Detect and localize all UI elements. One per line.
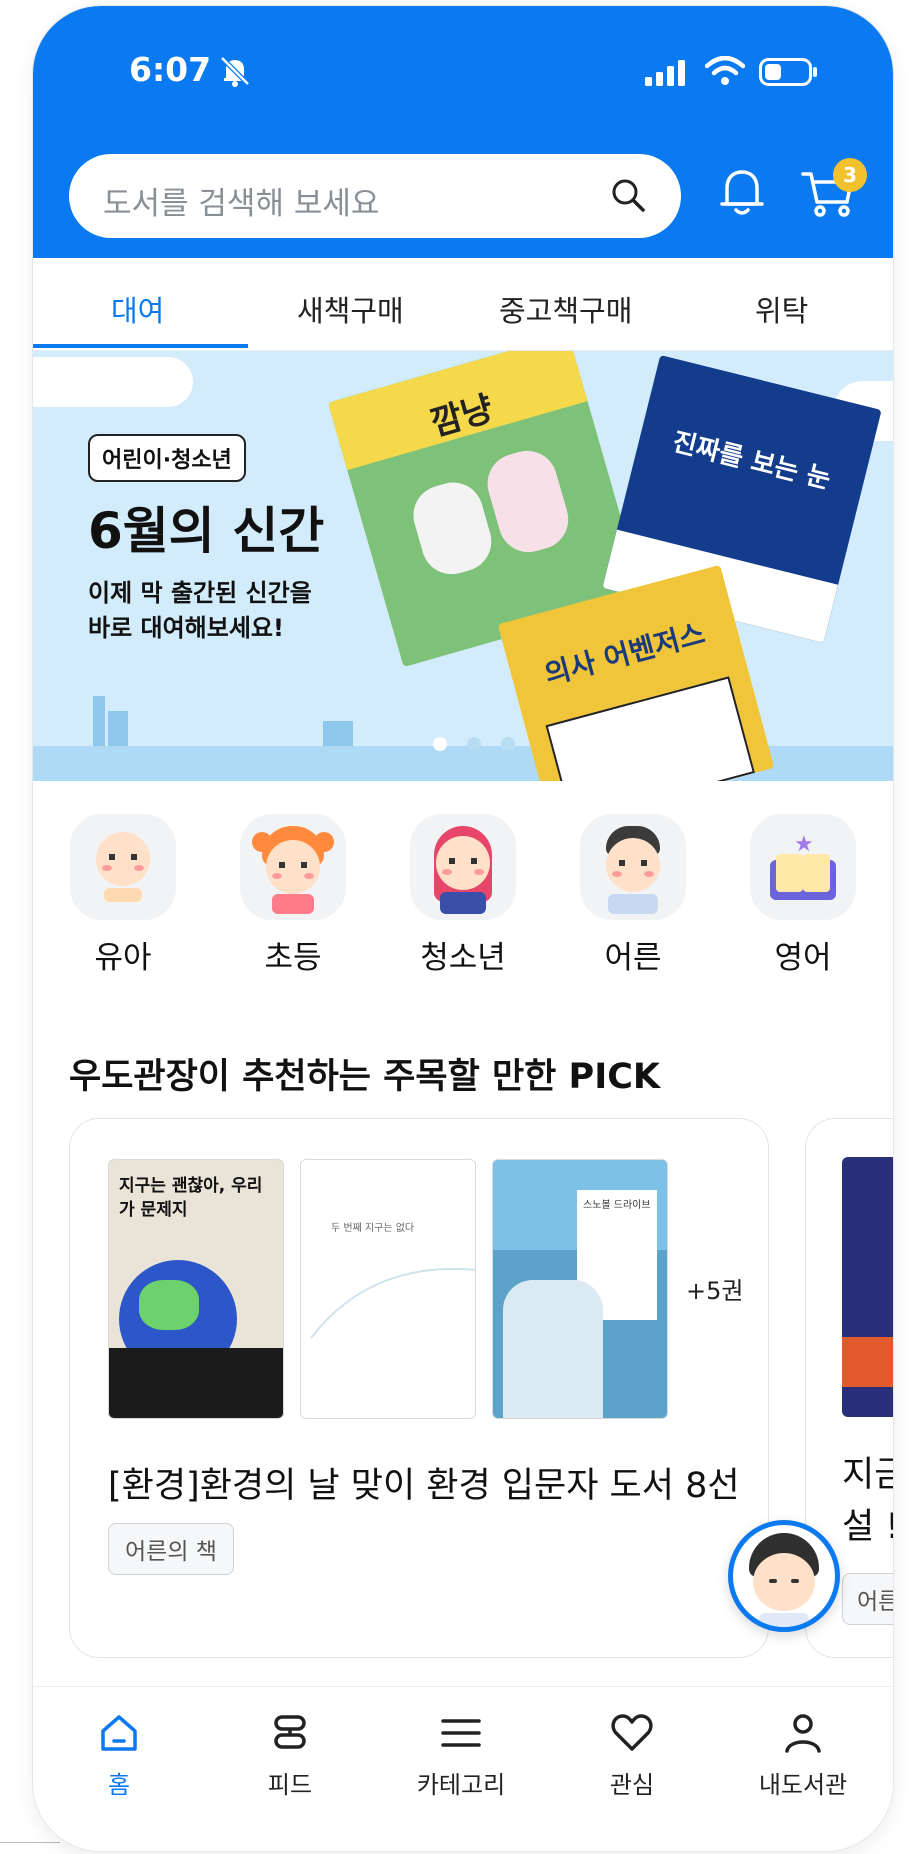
carousel-dot[interactable]: [433, 737, 447, 751]
category-label: 초등: [264, 940, 322, 976]
pick-card[interactable]: 지구는 괜찮아, 우리가 문제지 두 번째 지구는 없다 스노볼 드라이브 +5…: [69, 1118, 769, 1658]
category-adult[interactable]: 어른: [580, 814, 686, 977]
search-placeholder: 도서를 검색해 보세요: [103, 186, 380, 222]
tab-rental[interactable]: 대여: [111, 288, 164, 330]
more-books-count: +5권: [686, 1277, 744, 1305]
feed-icon: [274, 1715, 306, 1749]
promo-banner[interactable]: 어린이·청소년 6월의 신간 이제 막 출간된 신간을 바로 대여해보세요! 깜…: [33, 351, 893, 781]
app-header: 6:07 도서를 검색해 보세요 3: [33, 6, 893, 258]
nav-favorites[interactable]: 관심: [572, 1711, 692, 1800]
tab-new-books[interactable]: 새책구매: [297, 288, 404, 330]
pick-tag: 어른: [842, 1573, 893, 1625]
carousel-dots: [433, 736, 535, 755]
category-teen[interactable]: 청소년: [410, 814, 516, 977]
person-icon: [785, 1714, 821, 1753]
nav-label: 홈: [107, 1771, 131, 1799]
book-cover: [842, 1157, 893, 1417]
book-cover: 두 번째 지구는 없다: [300, 1159, 476, 1419]
nav-category[interactable]: 카테고리: [401, 1711, 521, 1800]
category-baby[interactable]: 유아: [70, 814, 176, 977]
girl-icon: [240, 814, 346, 920]
pick-title: 지금 설 !: [842, 1455, 893, 1547]
menu-icon: [441, 1719, 481, 1747]
notification-bell-icon[interactable]: [719, 166, 765, 218]
section-title: 우도관장이 추천하는 주목할 만한 PICK: [69, 1057, 661, 1097]
search-input[interactable]: 도서를 검색해 보세요: [69, 154, 681, 238]
pick-title: [환경]환경의 날 맞이 환경 입문자 도서 8선: [108, 1466, 740, 1506]
adult-icon: [580, 814, 686, 920]
carousel-dot[interactable]: [501, 737, 515, 751]
top-tabs: 대여 새책구매 중고책구매 위탁: [33, 258, 893, 351]
cloud-decoration: [33, 357, 193, 407]
city-decoration: [323, 721, 353, 746]
tab-consignment[interactable]: 위탁: [755, 288, 808, 330]
tab-indicator: [33, 344, 248, 348]
category-english[interactable]: ★ 영어: [750, 814, 856, 977]
category-label: 어른: [604, 940, 662, 976]
pick-tag: 어른의 책: [108, 1523, 234, 1575]
city-decoration: [93, 696, 105, 746]
status-time: 6:07: [129, 50, 212, 89]
banner-subtitle: 이제 막 출간된 신간을 바로 대여해보세요!: [88, 579, 312, 642]
nav-label: 관심: [609, 1771, 655, 1799]
category-label: 유아: [94, 940, 152, 976]
category-label: 청소년: [420, 940, 506, 976]
category-label: 영어: [774, 940, 832, 976]
baby-icon: [70, 814, 176, 920]
nav-home[interactable]: 홈: [59, 1711, 179, 1800]
book-cover: 지구는 괜찮아, 우리가 문제지: [108, 1159, 284, 1419]
tab-used-books[interactable]: 중고책구매: [499, 288, 632, 330]
nav-feed[interactable]: 피드: [230, 1711, 350, 1800]
nav-label: 피드: [267, 1771, 313, 1799]
bottom-nav: 홈 피드 카테고리 관심 내도서관: [33, 1686, 893, 1851]
teen-icon: [410, 814, 516, 920]
mute-bell-icon: [220, 56, 250, 87]
phone-frame: 6:07 도서를 검색해 보세요 3 대여 새책구매 중고책구매 위탁 어린이·…: [33, 6, 893, 1851]
nav-label: 내도서관: [758, 1771, 848, 1799]
banner-tag: 어린이·청소년: [88, 434, 246, 482]
city-decoration: [108, 711, 128, 746]
cart-count-badge: 3: [833, 158, 867, 192]
home-icon: [101, 1715, 137, 1751]
heart-icon: [611, 1714, 653, 1751]
carousel-dot[interactable]: [467, 737, 481, 751]
nav-label: 카테고리: [416, 1771, 506, 1799]
battery-icon: [759, 58, 817, 86]
wifi-icon: [705, 56, 745, 85]
category-elementary[interactable]: 초등: [240, 814, 346, 977]
banner-title: 6월의 신간: [88, 502, 325, 560]
search-icon[interactable]: [609, 176, 647, 214]
chatbot-avatar-button[interactable]: [728, 1520, 840, 1632]
english-book-icon: ★: [750, 814, 856, 920]
nav-my-library[interactable]: 내도서관: [743, 1711, 863, 1800]
book-cover: 스노볼 드라이브: [492, 1159, 668, 1419]
signal-icon: [645, 60, 685, 86]
